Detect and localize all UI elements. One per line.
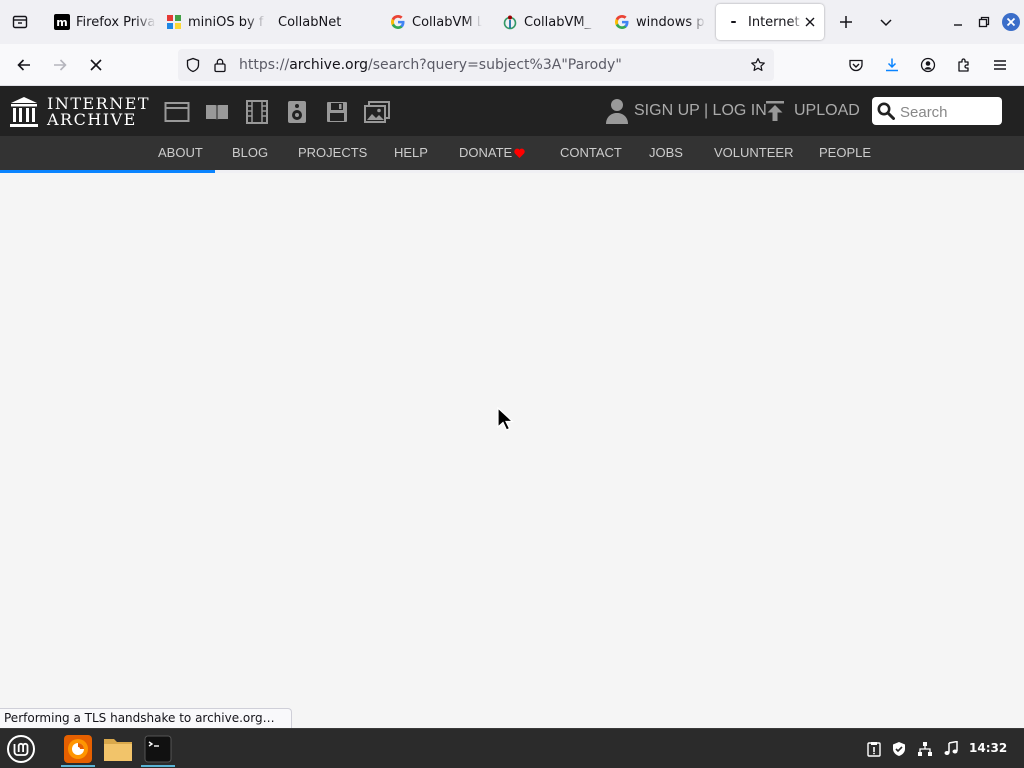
tracking-shield-icon[interactable]: [185, 57, 201, 73]
archive-temple-icon: [10, 97, 38, 127]
google-g-icon: [390, 14, 406, 30]
upload-link[interactable]: UPLOAD: [794, 102, 860, 120]
forward-icon[interactable]: [48, 53, 72, 77]
archive-logo[interactable]: INTERNET ARCHIVE: [10, 94, 149, 129]
tab-collabvm-login[interactable]: CollabVM Login: [380, 4, 492, 40]
mint-menu-icon[interactable]: [2, 731, 40, 767]
tab-title: CollabNet: [278, 14, 342, 30]
extensions-icon[interactable]: [952, 53, 976, 77]
url-path: /search?query=subject%3A"Parody": [368, 57, 622, 73]
tab-title: CollabVM_: [524, 14, 592, 30]
logo-text-line2: ARCHIVE: [47, 110, 137, 129]
search-icon: [877, 102, 895, 120]
subnav-contact[interactable]: CONTACT: [560, 145, 622, 160]
tab-collabvm-wiki[interactable]: CollabVM_: [492, 4, 604, 40]
subnav-volunteer[interactable]: VOLUNTEER: [714, 145, 793, 160]
subnav-jobs[interactable]: JOBS: [649, 145, 683, 160]
tab-title: miniOS by f: [188, 14, 264, 30]
account-icon[interactable]: [916, 53, 940, 77]
maximize-icon[interactable]: [974, 12, 994, 32]
close-tab-icon[interactable]: [802, 14, 818, 30]
lock-icon[interactable]: [212, 57, 228, 73]
upload-icon[interactable]: [764, 100, 786, 122]
tab-title: windows p: [636, 14, 705, 30]
firefox-view-icon[interactable]: [8, 10, 32, 34]
menu-hamburger-icon[interactable]: [988, 53, 1012, 77]
subnav-donate[interactable]: DONATE: [459, 145, 512, 160]
tab-internet-archive[interactable]: Internet Archive: [716, 4, 824, 40]
minios-icon: [166, 14, 182, 30]
subnav-help[interactable]: HELP: [394, 145, 428, 160]
page-content-area: [0, 173, 1024, 728]
tab-title: CollabVM Login: [412, 14, 482, 30]
tab-windows-search[interactable]: windows p: [604, 4, 714, 40]
url-scheme: https://: [239, 57, 290, 73]
desktop-taskbar: 14:32: [0, 728, 1024, 768]
audio-icon[interactable]: [284, 100, 310, 124]
images-icon[interactable]: [364, 100, 390, 124]
list-all-tabs-icon[interactable]: [874, 10, 898, 34]
tab-strip: m Firefox Privacy Notice miniOS by f Col…: [0, 0, 1024, 44]
mouse-pointer-icon: [497, 407, 514, 431]
web-icon[interactable]: [164, 100, 190, 124]
update-icon[interactable]: [864, 739, 884, 759]
archive-subnav: ABOUT BLOG PROJECTS HELP DONATE CONTACT …: [0, 136, 1024, 170]
sign-up-login-link[interactable]: SIGN UP | LOG IN: [634, 102, 767, 120]
heart-icon: [514, 148, 525, 158]
subnav-blog[interactable]: BLOG: [232, 145, 268, 160]
stop-loading-icon[interactable]: [84, 53, 108, 77]
url-text[interactable]: https://archive.org/search?query=subject…: [239, 57, 622, 73]
minimize-icon[interactable]: [948, 12, 968, 32]
tab-firefox-privacy[interactable]: m Firefox Privacy Notice: [44, 4, 156, 40]
terminal-icon[interactable]: [139, 731, 177, 767]
new-tab-icon[interactable]: [834, 10, 858, 34]
wikimedia-icon: [502, 14, 518, 30]
status-panel: Performing a TLS handshake to archive.or…: [0, 708, 292, 728]
close-window-icon[interactable]: [1001, 12, 1021, 32]
subnav-projects[interactable]: PROJECTS: [298, 145, 367, 160]
google-g-icon: [614, 14, 630, 30]
tab-title: Internet Archive: [748, 14, 804, 30]
network-icon[interactable]: [915, 739, 935, 759]
back-icon[interactable]: [12, 53, 36, 77]
video-icon[interactable]: [244, 100, 270, 124]
navigation-toolbar: https://archive.org/search?query=subject…: [0, 44, 1024, 86]
sound-icon[interactable]: [941, 739, 961, 759]
url-bar[interactable]: https://archive.org/search?query=subject…: [178, 49, 774, 81]
shield-icon[interactable]: [889, 739, 909, 759]
tab-collabnet[interactable]: CollabNet: [266, 4, 378, 40]
texts-icon[interactable]: [204, 100, 230, 124]
archive-search-input[interactable]: Search: [872, 97, 1002, 125]
tab-minios[interactable]: miniOS by f: [156, 4, 266, 40]
tab-title: Firefox Privacy Notice: [76, 14, 156, 30]
subnav-about[interactable]: ABOUT: [158, 145, 203, 160]
firefox-icon[interactable]: [59, 731, 97, 767]
url-host: archive.org: [289, 57, 368, 73]
search-placeholder: Search: [900, 104, 948, 121]
downloads-icon[interactable]: [880, 53, 904, 77]
mozilla-m-icon: m: [54, 14, 70, 30]
bookmark-star-icon[interactable]: [750, 57, 766, 73]
files-icon[interactable]: [99, 731, 137, 767]
software-icon[interactable]: [324, 100, 350, 124]
pocket-icon[interactable]: [844, 53, 868, 77]
user-icon[interactable]: [606, 98, 628, 124]
clock[interactable]: 14:32: [969, 741, 1007, 755]
archive-header: INTERNET ARCHIVE SIGN UP | LOG IN UPLOAD…: [0, 86, 1024, 136]
loading-dot-icon: [726, 14, 742, 30]
subnav-people[interactable]: PEOPLE: [819, 145, 871, 160]
